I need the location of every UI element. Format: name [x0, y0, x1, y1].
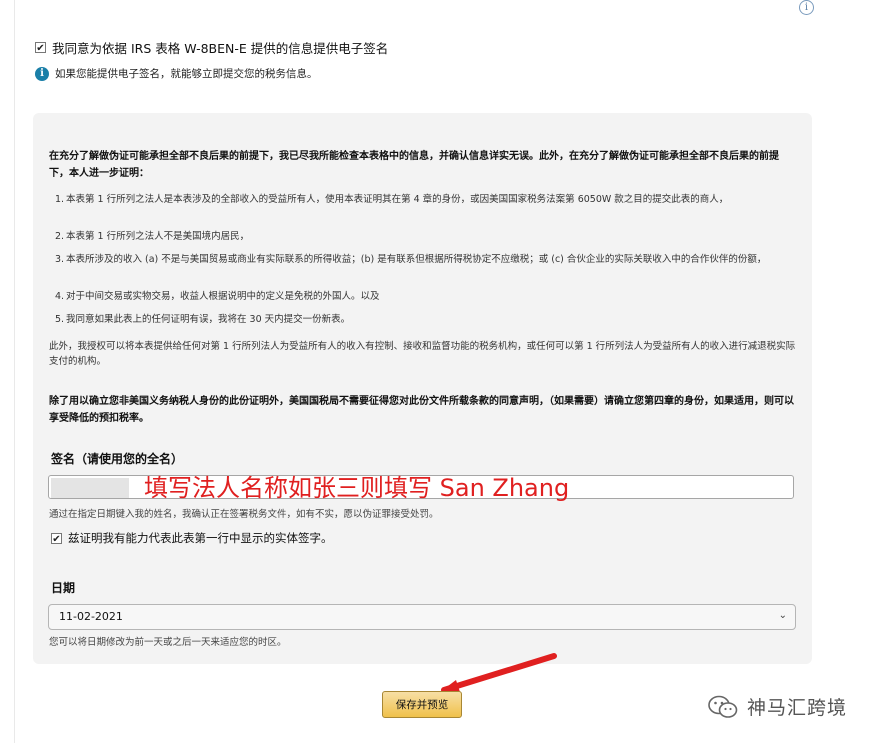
certification-intro: 在充分了解做伪证可能承担全部不良后果的前提下，我已尽我所能检查本表格中的信息，并… [49, 151, 779, 179]
clause-number: 3. [55, 254, 65, 265]
clause-number: 2. [55, 231, 65, 242]
wechat-icon [708, 695, 738, 718]
certification-panel: 在充分了解做伪证可能承担全部不良后果的前提下，我已尽我所能检查本表格中的信息，并… [33, 113, 812, 664]
signature-note: 通过在指定日期键入我的姓名，我确认正在签署税务文件，如有不实，愿以伪证罪接受处罚… [49, 509, 439, 520]
date-label: 日期 [51, 581, 76, 595]
certification-clause: 5. 我同意如果此表上的任何证明有误，我将在 30 天内提交一份新表。 [55, 313, 793, 327]
clause-number: 4. [55, 291, 65, 302]
signature-annotation: 填写法人名称如张三则填写 San Zhang [144, 474, 570, 502]
info-circle-icon: i [35, 66, 49, 81]
esign-consent-row[interactable]: ✔ 我同意为依据 IRS 表格 W-8BEN-E 提供的信息提供电子签名 [35, 38, 388, 57]
signature-label: 签名（请使用您的全名） [51, 452, 184, 466]
redacted-name [51, 478, 129, 498]
authorization-paragraph: 此外，我授权可以将本表提供给任何对第 1 行所列法人为受益所有人的收入有控制、接… [49, 341, 796, 367]
certification-clause: 1. 本表第 1 行所列之法人是本表涉及的全部收入的受益所有人，使用本表证明其在第… [55, 193, 793, 207]
esign-consent-label: 我同意为依据 IRS 表格 W-8BEN-E 提供的信息提供电子签名 [52, 41, 389, 56]
watermark: 神马汇跨境 [707, 693, 847, 720]
chevron-down-icon: ⌄ [778, 610, 787, 621]
certification-clause: 2. 本表第 1 行所列之法人不是美国境内居民， [55, 230, 793, 244]
save-and-preview-button[interactable]: 保存并预览 [382, 691, 462, 718]
signature-input[interactable]: 填写法人名称如张三则填写 San Zhang [48, 474, 794, 502]
esign-consent-checkbox[interactable]: ✔ [35, 42, 46, 54]
date-note: 您可以将日期修改为前一天或之后一天来适应您的时区。 [49, 637, 287, 648]
clause-text: 我同意如果此表上的任何证明有误，我将在 30 天内提交一份新表。 [66, 314, 351, 325]
clause-text: 本表所涉及的收入 (a) 不是与美国贸易或商业有实际联系的所得收益；(b) 是有… [66, 254, 767, 265]
signing-authority-row[interactable]: ✔ 兹证明我有能力代表此表第一行中显示的实体签字。 [51, 530, 333, 546]
date-value: 11-02-2021 [59, 610, 123, 623]
clause-text: 本表第 1 行所列之法人不是美国境内居民， [66, 231, 250, 242]
certification-clause: 3. 本表所涉及的收入 (a) 不是与美国贸易或商业有实际联系的所得收益；(b) … [55, 253, 793, 267]
clause-number: 5. [55, 314, 65, 325]
esign-hint-text: 如果您能提供电子签名，就能够立即提交您的税务信息。 [55, 68, 318, 80]
watermark-text: 神马汇跨境 [747, 697, 848, 719]
irs-note-paragraph: 除了用以确立您非美国义务纳税人身份的此份证明外，美国国税局不需要征得您对此份文件… [49, 396, 794, 424]
signing-authority-label: 兹证明我有能力代表此表第一行中显示的实体签字。 [68, 531, 333, 545]
signing-authority-checkbox[interactable]: ✔ [51, 532, 62, 545]
date-select[interactable]: 11-02-2021 ⌄ [48, 604, 796, 630]
clause-text: 本表第 1 行所列之法人是本表涉及的全部收入的受益所有人，使用本表证明其在第 4… [66, 194, 729, 205]
info-icon[interactable]: i [799, 0, 814, 15]
clause-text: 对于中间交易或实物交易，收益人根据说明中的定义是免税的外国人。以及 [66, 291, 380, 302]
left-divider [14, 0, 15, 743]
clause-number: 1. [55, 194, 65, 205]
certification-clause: 4. 对于中间交易或实物交易，收益人根据说明中的定义是免税的外国人。以及 [55, 290, 793, 304]
esign-hint: i 如果您能提供电子签名，就能够立即提交您的税务信息。 [35, 66, 318, 81]
